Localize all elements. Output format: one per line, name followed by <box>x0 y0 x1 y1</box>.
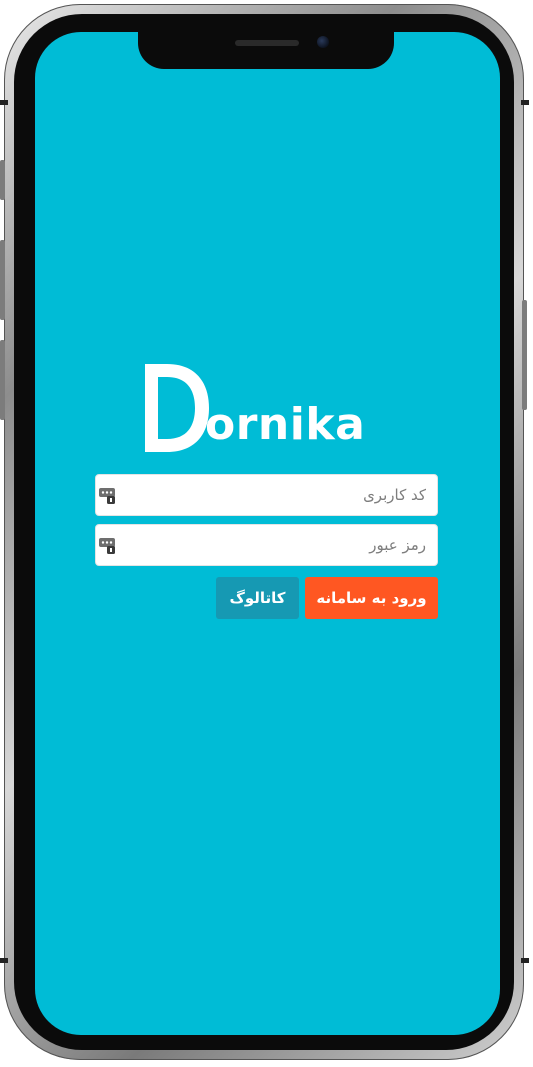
volume-up-button <box>0 240 5 320</box>
login-button[interactable]: ورود به سامانه <box>305 577 438 619</box>
antenna-line <box>521 958 529 963</box>
volume-down-button <box>0 340 5 420</box>
password-manager-key-icon[interactable] <box>98 535 116 555</box>
logo-letter-d-icon <box>145 364 209 452</box>
password-input[interactable] <box>126 525 428 565</box>
mute-switch <box>0 160 5 200</box>
password-manager-key-icon[interactable] <box>98 485 116 505</box>
app-screen: ornika ورود به سامانه کاتالوگ <box>35 32 500 1035</box>
antenna-line <box>0 100 8 105</box>
front-camera-icon <box>317 36 329 48</box>
antenna-line <box>0 958 8 963</box>
catalog-button[interactable]: کاتالوگ <box>216 577 299 619</box>
username-field[interactable] <box>95 474 438 516</box>
logo-text: ornika <box>205 399 366 450</box>
power-button <box>522 300 527 410</box>
username-input[interactable] <box>126 475 428 515</box>
phone-notch <box>138 32 394 69</box>
earpiece-speaker <box>235 40 299 46</box>
password-field[interactable] <box>95 524 438 566</box>
dornika-logo: ornika <box>145 364 395 456</box>
antenna-line <box>521 100 529 105</box>
